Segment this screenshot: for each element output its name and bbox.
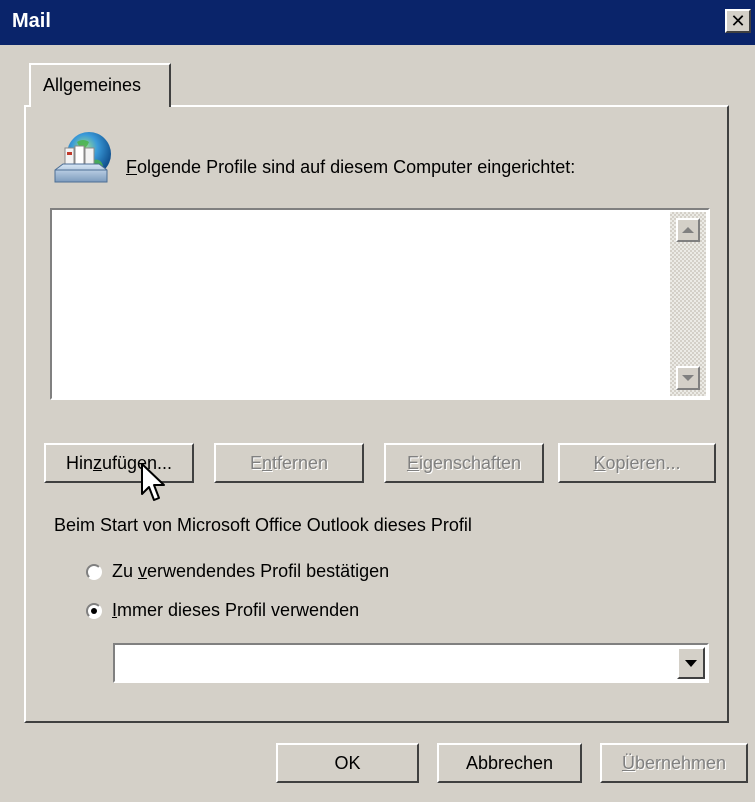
arrow-up-icon bbox=[682, 227, 694, 233]
profile-select[interactable] bbox=[113, 643, 709, 683]
scroll-up-button[interactable] bbox=[676, 218, 700, 242]
dropdown-button[interactable] bbox=[677, 647, 705, 679]
close-icon: ✕ bbox=[730, 11, 746, 31]
radio-button-selected[interactable] bbox=[86, 602, 102, 619]
radio-label: Zu verwendendes Profil bestätigen bbox=[112, 561, 390, 581]
listbox-scrollbar[interactable] bbox=[670, 212, 706, 396]
ok-button[interactable]: OK bbox=[276, 743, 419, 783]
title-bar: Mail ✕ bbox=[0, 0, 755, 45]
add-button[interactable]: Hin z ufügen... bbox=[44, 443, 194, 483]
profiles-listbox[interactable] bbox=[50, 208, 710, 400]
apply-button[interactable]: Übernehmen bbox=[600, 743, 748, 783]
mail-profiles-icon bbox=[54, 132, 111, 183]
radio-always-profile[interactable]: Immer dieses Profil verwenden bbox=[86, 600, 359, 621]
profiles-label: Folgende Profile sind auf diesem Compute… bbox=[126, 157, 576, 177]
mouse-cursor-icon bbox=[141, 463, 165, 501]
copy-button[interactable]: Kopieren... bbox=[558, 443, 716, 483]
window-title: Mail bbox=[12, 10, 51, 32]
scroll-down-button[interactable] bbox=[676, 366, 700, 390]
cancel-button[interactable]: Abbrechen bbox=[437, 743, 582, 783]
tab-panel bbox=[24, 105, 729, 723]
radio-confirm-profile[interactable]: Zu verwendendes Profil bestätigen bbox=[86, 561, 389, 582]
radio-label: Immer dieses Profil verwenden bbox=[112, 600, 360, 620]
close-button[interactable]: ✕ bbox=[725, 9, 751, 33]
radio-button[interactable] bbox=[86, 563, 102, 580]
tab-label: Allgemeines bbox=[43, 75, 142, 95]
chevron-down-icon bbox=[685, 659, 697, 667]
radio-dot-icon bbox=[91, 607, 97, 614]
arrow-down-icon bbox=[682, 375, 694, 381]
remove-button[interactable]: En tfernen bbox=[214, 443, 364, 483]
tab-allgemeines[interactable]: Allgemeines bbox=[29, 63, 171, 107]
properties-button[interactable]: Eigenschaften bbox=[384, 443, 544, 483]
startup-label: Beim Start von Microsoft Office Outlook … bbox=[54, 515, 472, 535]
